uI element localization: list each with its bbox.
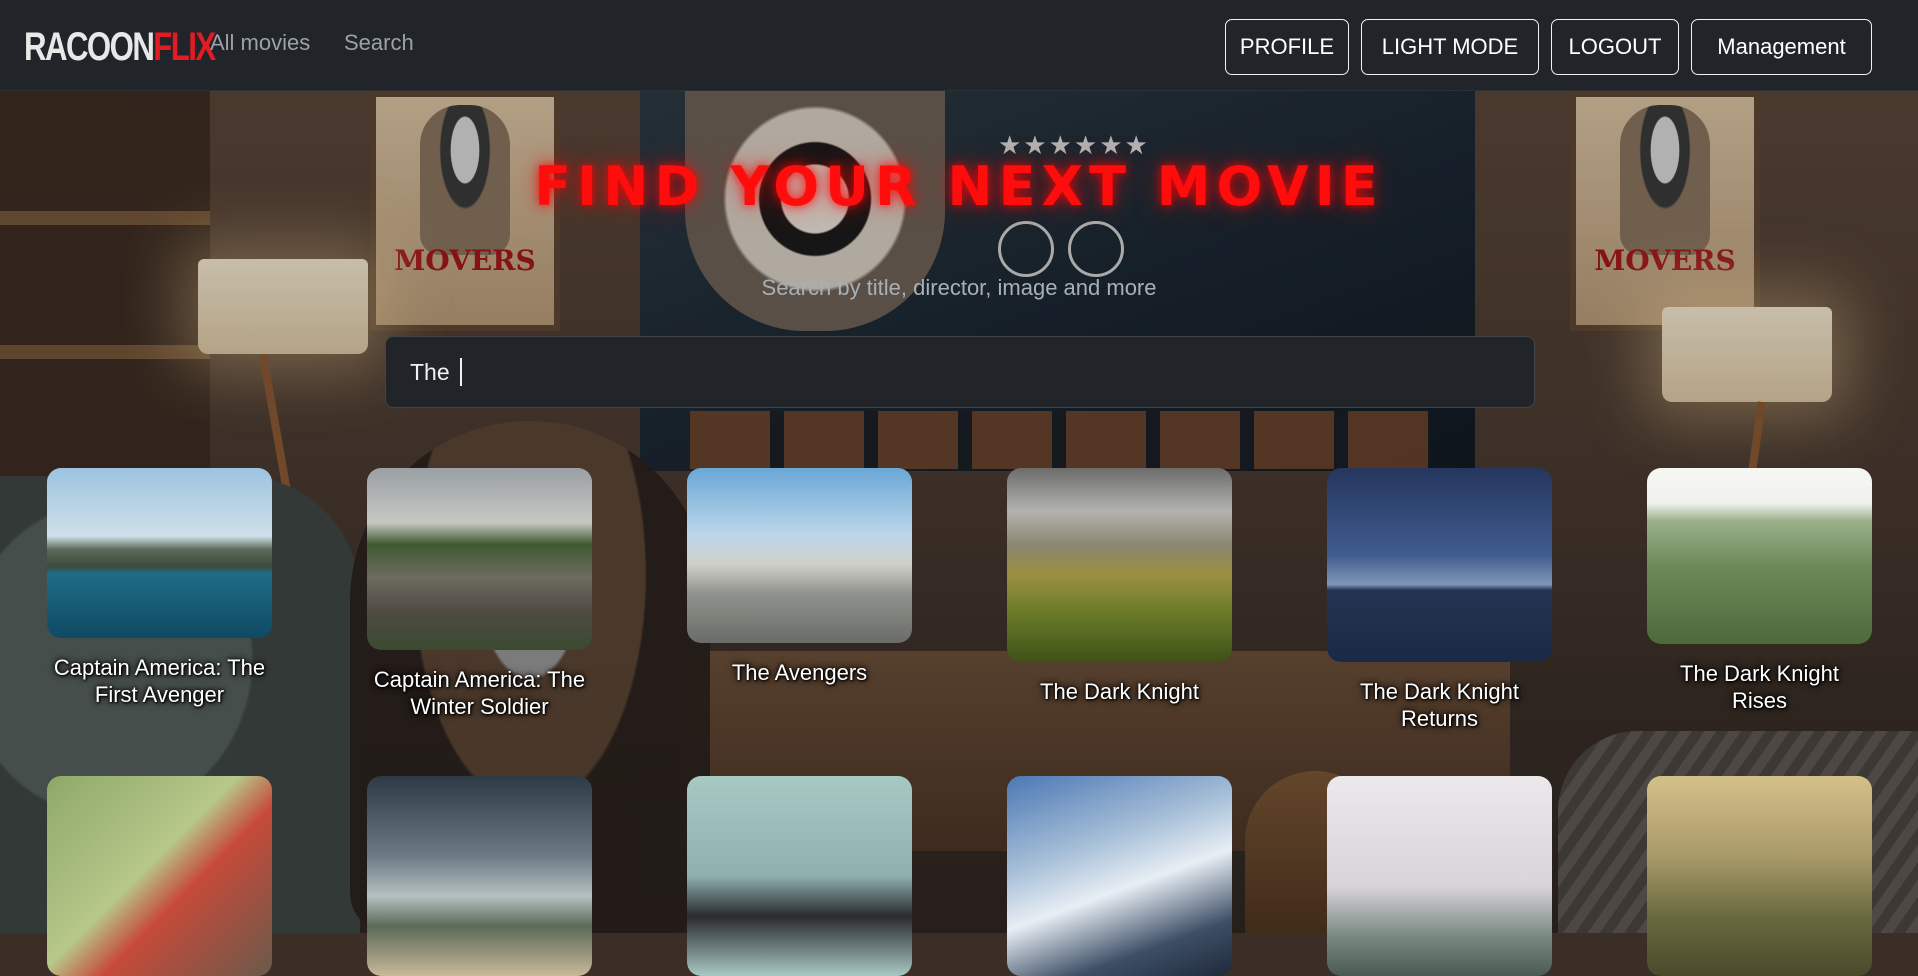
movie-card[interactable]: The Avengers <box>687 468 912 686</box>
navbar: RACOONFLIX All movies Search PROFILE LIG… <box>0 0 1918 91</box>
movie-card[interactable] <box>1007 776 1232 976</box>
search-input-value: The <box>410 358 457 385</box>
movie-card[interactable] <box>1647 776 1872 976</box>
movie-title[interactable]: The Dark Knight Returns <box>1327 678 1552 732</box>
brand-logo[interactable]: RACOONFLIX <box>24 22 216 72</box>
movie-card[interactable]: The Dark Knight <box>1007 468 1232 705</box>
movie-card[interactable]: Captain America: The First Avenger <box>47 468 272 708</box>
movie-title[interactable]: Captain America: The First Avenger <box>47 654 272 708</box>
movie-title[interactable]: The Dark Knight <box>1007 678 1232 705</box>
movie-poster[interactable] <box>687 776 912 976</box>
hero-subtitle: Search by title, director, image and mor… <box>761 275 1157 300</box>
nav-link-search[interactable]: Search <box>344 30 414 56</box>
light-mode-button[interactable]: LIGHT MODE <box>1361 19 1539 75</box>
movie-poster[interactable] <box>47 468 272 638</box>
profile-button[interactable]: PROFILE <box>1225 19 1349 75</box>
movie-poster[interactable] <box>1007 468 1232 662</box>
movie-poster[interactable] <box>1007 776 1232 976</box>
movie-card[interactable]: The Dark Knight Returns <box>1327 468 1552 732</box>
movie-title[interactable]: The Dark Knight Rises <box>1647 660 1872 714</box>
movie-poster[interactable] <box>1327 468 1552 662</box>
movie-card[interactable]: Captain America: The Winter Soldier <box>367 468 592 720</box>
movie-poster[interactable] <box>367 776 592 976</box>
movie-poster[interactable] <box>367 468 592 650</box>
brand-logo-part2: FLIX <box>153 25 216 69</box>
movie-poster[interactable] <box>687 468 912 643</box>
search-input[interactable]: The <box>385 336 1535 408</box>
text-caret <box>460 358 463 386</box>
movie-card[interactable]: The Dark Knight Rises <box>1647 468 1872 714</box>
movie-card[interactable] <box>367 776 592 976</box>
management-button[interactable]: Management <box>1691 19 1872 75</box>
movie-poster[interactable] <box>1647 776 1872 976</box>
hero-title: FIND YOUR NEXT MOVIE <box>534 155 1384 218</box>
movie-title[interactable]: Captain America: The Winter Soldier <box>367 666 592 720</box>
brand-logo-part1: RACOON <box>24 25 155 69</box>
movie-title[interactable]: The Avengers <box>687 659 912 686</box>
logout-button[interactable]: LOGOUT <box>1551 19 1679 75</box>
nav-link-all-movies[interactable]: All movies <box>210 30 310 56</box>
movie-card[interactable] <box>1327 776 1552 976</box>
movie-poster[interactable] <box>47 776 272 976</box>
movie-card[interactable] <box>47 776 272 976</box>
movie-card[interactable] <box>687 776 912 976</box>
movie-poster[interactable] <box>1647 468 1872 644</box>
movie-poster[interactable] <box>1327 776 1552 976</box>
